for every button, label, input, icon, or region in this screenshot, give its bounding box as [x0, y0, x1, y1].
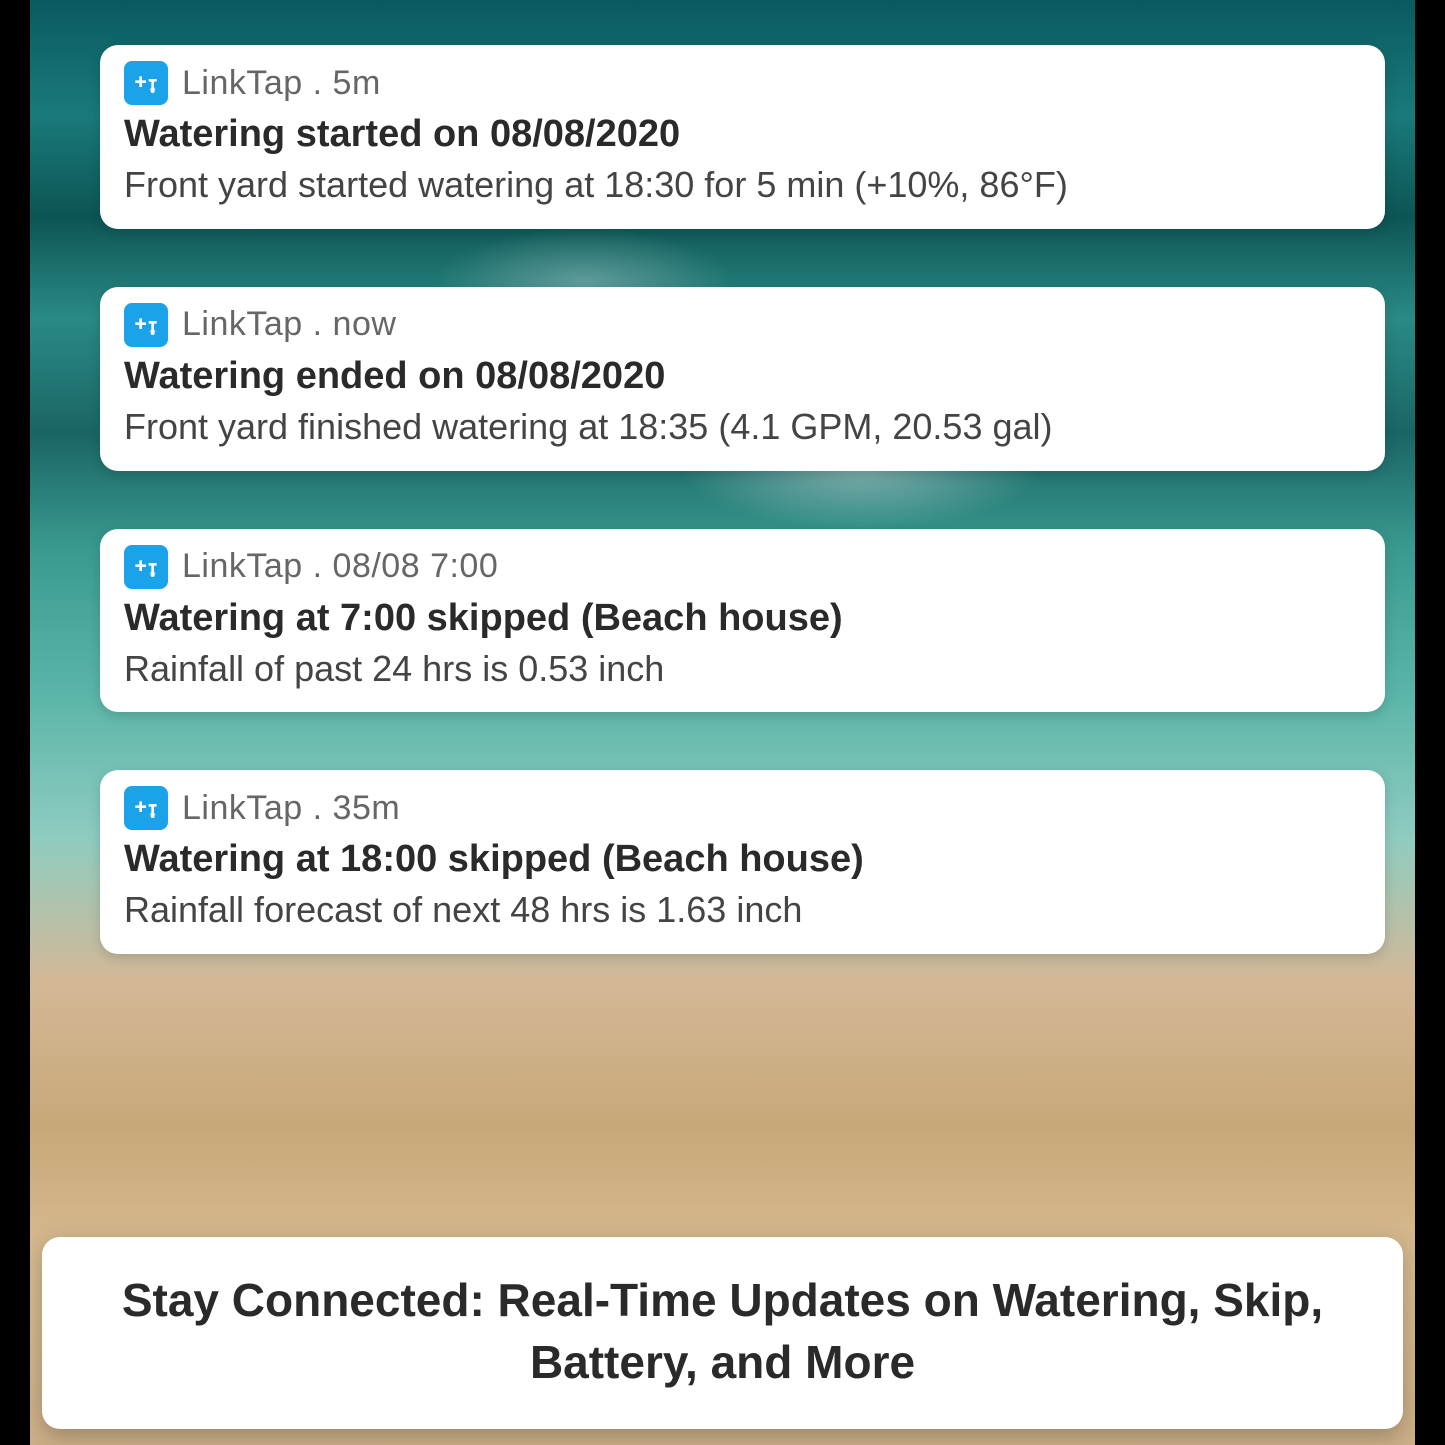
notification-meta: LinkTap . 35m [182, 789, 400, 828]
notification-card[interactable]: LinkTap . 08/08 7:00 Watering at 7:00 sk… [100, 529, 1385, 713]
notification-body: Rainfall of past 24 hrs is 0.53 inch [124, 646, 1361, 693]
notification-body: Rainfall forecast of next 48 hrs is 1.63… [124, 887, 1361, 934]
notification-meta: LinkTap . 5m [182, 64, 381, 103]
notification-card[interactable]: LinkTap . 35m Watering at 18:00 skipped … [100, 770, 1385, 954]
caption-banner: Stay Connected: Real-Time Updates on Wat… [42, 1237, 1403, 1429]
notification-title: Watering at 18:00 skipped (Beach house) [124, 838, 1361, 881]
notification-title: Watering started on 08/08/2020 [124, 113, 1361, 156]
notification-meta: LinkTap . 08/08 7:00 [182, 547, 498, 586]
caption-text: Stay Connected: Real-Time Updates on Wat… [82, 1269, 1363, 1393]
linktap-app-icon [124, 61, 168, 105]
notifications-list: LinkTap . 5m Watering started on 08/08/2… [100, 45, 1385, 954]
notification-header: LinkTap . 08/08 7:00 [124, 545, 1361, 589]
linktap-app-icon [124, 303, 168, 347]
notification-body: Front yard started watering at 18:30 for… [124, 162, 1361, 209]
notification-title: Watering at 7:00 skipped (Beach house) [124, 597, 1361, 640]
notification-card[interactable]: LinkTap . 5m Watering started on 08/08/2… [100, 45, 1385, 229]
linktap-app-icon [124, 545, 168, 589]
notification-header: LinkTap . 35m [124, 786, 1361, 830]
linktap-app-icon [124, 786, 168, 830]
notification-header: LinkTap . now [124, 303, 1361, 347]
notification-body: Front yard finished watering at 18:35 (4… [124, 404, 1361, 451]
notification-header: LinkTap . 5m [124, 61, 1361, 105]
notification-meta: LinkTap . now [182, 305, 396, 344]
notification-title: Watering ended on 08/08/2020 [124, 355, 1361, 398]
notification-card[interactable]: LinkTap . now Watering ended on 08/08/20… [100, 287, 1385, 471]
